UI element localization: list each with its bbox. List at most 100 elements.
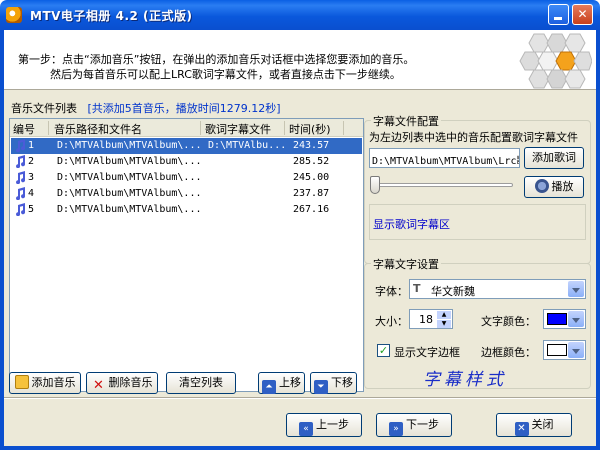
music-list-summary: [共添加5首音乐，播放时间1279.12秒]: [87, 102, 281, 115]
row-path: D:\MTVAlbum\MTVAlbum\...: [57, 172, 202, 183]
clear-list-label: 清空列表: [179, 376, 223, 389]
double-up-icon: ⏶: [262, 380, 276, 394]
spin-up-icon[interactable]: ▲: [437, 311, 451, 319]
table-row[interactable]: 3 D:\MTVAlbum\MTVAlbum\... 245.00: [11, 170, 362, 186]
close-label: 关闭: [531, 418, 554, 431]
table-row[interactable]: 4 D:\MTVAlbum\MTVAlbum\... 237.87: [11, 186, 362, 202]
row-time: 237.87: [293, 188, 330, 199]
music-list-table[interactable]: 编号 音乐路径和文件名 歌词字幕文件 时间(秒) 1 D:\MTVAlbum\M…: [9, 118, 364, 392]
double-right-icon: »: [389, 422, 403, 436]
subtitle-style-preview: 字幕样式: [423, 370, 507, 390]
chevron-down-icon[interactable]: [568, 311, 584, 327]
add-music-label: 添加音乐: [31, 376, 76, 389]
step-header: 第一步：点击“添加音乐”按钮，在弹出的添加音乐对话框中选择您要添加的音乐。 然后…: [4, 30, 596, 90]
size-spinner[interactable]: 18 ▲ ▼: [409, 309, 453, 329]
row-number: 5: [28, 204, 35, 215]
row-number: 2: [28, 156, 35, 167]
previous-step-button[interactable]: «上一步: [286, 413, 362, 437]
row-path: D:\MTVAlbum\MTVAlbum\...: [57, 204, 202, 215]
chevron-down-icon[interactable]: [568, 342, 584, 358]
row-number: 1: [28, 140, 35, 151]
table-row[interactable]: 2 D:\MTVAlbum\MTVAlbum\... 285.52: [11, 154, 362, 170]
music-note-icon: [16, 139, 26, 152]
text-settings-group: 字幕文字设置 字体： T 华文新魏 大小： 18 ▲ ▼ 文字颜色： ✓ 显示文…: [364, 256, 591, 390]
spin-down-icon[interactable]: ▼: [437, 320, 451, 328]
column-header-path[interactable]: 音乐路径和文件名: [54, 121, 142, 137]
show-border-checkbox[interactable]: ✓: [377, 344, 390, 357]
clear-list-button[interactable]: 清空列表: [166, 372, 236, 394]
play-icon: [534, 179, 549, 193]
music-list-title: 音乐文件列表 [共添加5首音乐，播放时间1279.12秒]: [11, 100, 281, 116]
move-up-button[interactable]: ⏶ 上移: [258, 372, 305, 394]
row-time: 245.00: [293, 172, 330, 183]
close-button[interactable]: ✕ 关闭: [496, 413, 572, 437]
play-button[interactable]: 播放: [524, 176, 584, 198]
border-color-swatch: [547, 344, 567, 356]
row-lyric: D:\MTVAlbu...: [208, 140, 287, 151]
lyric-config-hint: 为左边列表中选中的音乐配置歌词字幕文件: [369, 131, 578, 144]
hexagon-logo-icon: [519, 33, 592, 89]
text-color-select[interactable]: [543, 309, 586, 329]
music-note-icon: [16, 187, 26, 200]
size-value: 18: [419, 313, 433, 326]
instruction-line-2: 然后为每首音乐可以配上LRC歌词字幕文件，或者直接点击下一步继续。: [50, 68, 401, 81]
font-select[interactable]: T 华文新魏: [409, 279, 586, 299]
add-lyric-button[interactable]: 添加歌词: [524, 147, 584, 169]
minimize-button[interactable]: [548, 4, 569, 25]
lyric-config-group: 字幕文件配置 为左边列表中选中的音乐配置歌词字幕文件 D:\MTVAlbum\M…: [364, 113, 591, 264]
column-header-number[interactable]: 编号: [13, 121, 35, 137]
show-border-label: 显示文字边框: [394, 346, 460, 359]
delete-x-icon: ✕: [93, 378, 104, 393]
double-down-icon: ⏷: [314, 380, 328, 394]
previous-step-label: 上一步: [316, 418, 349, 431]
text-settings-legend: 字幕文字设置: [371, 256, 441, 272]
next-step-label: 下一步: [406, 418, 439, 431]
row-time: 243.57: [293, 140, 330, 151]
row-number: 3: [28, 172, 35, 183]
close-window-button[interactable]: ✕: [572, 4, 593, 25]
column-header-time[interactable]: 时间(秒): [289, 121, 331, 137]
window-title: MTV电子相册 4.2 (正式版): [30, 9, 193, 23]
play-label: 播放: [551, 180, 574, 193]
app-icon[interactable]: [6, 7, 22, 23]
border-color-select[interactable]: [543, 340, 586, 360]
close-icon: ✕: [514, 422, 529, 436]
music-list-label: 音乐文件列表: [11, 102, 77, 115]
table-row[interactable]: 5 D:\MTVAlbum\MTVAlbum\... 267.16: [11, 202, 362, 218]
text-color-swatch: [547, 313, 567, 325]
music-note-icon: [16, 203, 26, 216]
move-down-button[interactable]: ⏷ 下移: [310, 372, 357, 394]
column-header-lyric[interactable]: 歌词字幕文件: [205, 121, 271, 137]
row-path: D:\MTVAlbum\MTVAlbum\...: [57, 140, 202, 151]
chevron-down-icon[interactable]: [568, 281, 584, 297]
delete-music-label: 删除音乐: [108, 376, 153, 389]
music-note-icon: [16, 155, 26, 168]
next-step-button[interactable]: » 下一步: [376, 413, 452, 437]
row-number: 4: [28, 188, 35, 199]
music-note-icon: [16, 171, 26, 184]
instruction-line-1: 第一步：点击“添加音乐”按钮，在弹出的添加音乐对话框中选择您要添加的音乐。: [18, 53, 415, 66]
playback-slider[interactable]: [373, 183, 513, 187]
border-color-label: 边框颜色：: [481, 346, 536, 359]
playback-slider-thumb[interactable]: [370, 176, 380, 194]
table-row[interactable]: 1 D:\MTVAlbum\MTVAlbum\... D:\MTVAlbu...…: [11, 138, 362, 154]
lyric-path-field[interactable]: D:\MTVAlbum\MTVAlbum\Lrc歌: [369, 148, 520, 168]
row-path: D:\MTVAlbum\MTVAlbum\...: [57, 188, 202, 199]
font-value: 华文新魏: [431, 285, 475, 298]
size-label: 大小：: [375, 315, 408, 328]
title-bar: MTV电子相册 4.2 (正式版) ✕: [0, 0, 600, 30]
move-up-label: 上移: [279, 376, 301, 389]
lyric-config-legend: 字幕文件配置: [371, 113, 441, 129]
table-header: 编号 音乐路径和文件名 歌词字幕文件 时间(秒): [10, 119, 363, 137]
row-path: D:\MTVAlbum\MTVAlbum\...: [57, 156, 202, 167]
window-frame: 第一步：点击“添加音乐”按钮，在弹出的添加音乐对话框中选择您要添加的音乐。 然后…: [0, 30, 600, 450]
font-label: 字体：: [375, 285, 408, 298]
delete-music-button[interactable]: ✕ 删除音乐: [86, 372, 158, 394]
double-left-icon: «: [299, 422, 313, 436]
move-down-label: 下移: [331, 376, 353, 389]
add-music-button[interactable]: 添加音乐: [9, 372, 81, 394]
truetype-icon: T: [413, 282, 421, 295]
row-time: 285.52: [293, 156, 330, 167]
folder-add-icon: [14, 375, 29, 389]
client-area: 第一步：点击“添加音乐”按钮，在弹出的添加音乐对话框中选择您要添加的音乐。 然后…: [4, 30, 596, 446]
